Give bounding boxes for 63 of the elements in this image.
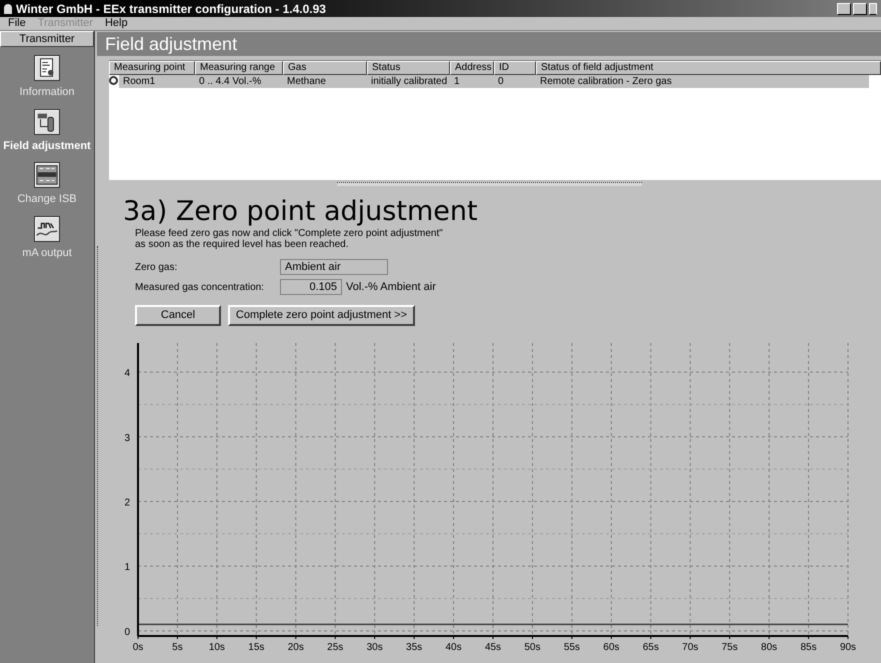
document-icon: [34, 55, 60, 81]
y-tick-label: 0: [124, 626, 130, 638]
x-tick-label: 70s: [682, 642, 698, 652]
page-title: Field adjustment: [105, 32, 238, 56]
circuit-board-icon: [34, 162, 60, 188]
window-title: Winter GmbH - EEx transmitter configuration - 1.4.0.93: [16, 0, 326, 18]
table-cell-text: 0 .. 4.4 Vol.-%: [198, 75, 262, 89]
instruction-text: Please feed zero gas now and click "Complete zero point adjustment" as soon as the required level has been reached.: [135, 228, 444, 250]
unit-label: Vol.-% Ambient air: [346, 280, 436, 295]
menu-item[interactable]: File: [8, 15, 26, 32]
sensor-icon: [109, 76, 118, 85]
column-header[interactable]: Status: [367, 61, 450, 75]
x-tick-label: 0s: [132, 642, 144, 652]
column-header[interactable]: Measuring point: [109, 61, 195, 75]
gas-bottle-icon: [34, 108, 60, 134]
complete-button[interactable]: Complete zero point adjustment >>: [228, 304, 415, 326]
sidebar-header[interactable]: Transmitter: [0, 31, 94, 47]
minimize-button[interactable]: [837, 2, 851, 14]
x-tick-label: 30s: [366, 642, 383, 652]
y-tick-label: 2: [124, 496, 130, 508]
x-tick-label: 85s: [800, 642, 817, 652]
table-cell-text: Remote calibration - Zero gas: [539, 75, 673, 89]
ma-signal-icon: [34, 216, 60, 242]
table-cell-text: 1: [453, 75, 461, 89]
close-button[interactable]: [869, 2, 877, 14]
x-tick-label: 60s: [603, 642, 620, 652]
x-tick-label: 15s: [248, 642, 264, 652]
cancel-button[interactable]: Cancel: [135, 304, 221, 326]
x-tick-label: 25s: [327, 642, 344, 652]
column-header[interactable]: ID: [494, 61, 536, 75]
splitter-bar[interactable]: [97, 246, 100, 626]
x-tick-label: 5s: [172, 642, 183, 652]
x-tick-label: 90s: [840, 642, 856, 652]
zero-gas-field[interactable]: Ambient air: [280, 259, 388, 275]
table-cell-text: Methane: [286, 75, 327, 89]
table-cell-text: 0: [497, 75, 505, 89]
column-header[interactable]: Gas: [283, 61, 367, 75]
column-header[interactable]: Address: [450, 61, 494, 75]
x-tick-label: 20s: [288, 642, 304, 652]
splitter-handle[interactable]: [336, 182, 642, 186]
x-tick-label: 35s: [406, 642, 422, 652]
x-tick-label: 65s: [642, 642, 659, 652]
x-tick-label: 80s: [761, 642, 778, 652]
x-tick-label: 45s: [484, 642, 502, 652]
x-tick-label: 75s: [722, 642, 738, 652]
y-tick-label: 4: [124, 368, 130, 379]
x-tick-label: 10s: [208, 642, 225, 652]
x-tick-label: 50s: [524, 642, 540, 652]
field-label: Zero gas:: [135, 260, 178, 274]
sidebar-item[interactable]: Field adjustment: [3, 138, 91, 154]
x-tick-label: 55s: [564, 642, 580, 652]
table-cell-text: Room1: [122, 75, 156, 89]
concentration-field[interactable]: 0.105: [280, 279, 342, 296]
column-header[interactable]: Measuring range: [195, 61, 283, 75]
y-tick-label: 3: [124, 432, 130, 444]
menu-item[interactable]: Help: [104, 15, 128, 32]
x-tick-label: 40s: [446, 642, 462, 652]
table-cell-text: initially calibrated: [370, 75, 448, 89]
y-tick-label: 1: [124, 562, 130, 573]
field-label: Measured gas concentration:: [135, 280, 265, 295]
step-title: 3a) Zero point adjustment: [123, 198, 479, 226]
restore-button[interactable]: [853, 2, 867, 14]
column-header[interactable]: Status of field adjustment: [536, 61, 881, 75]
